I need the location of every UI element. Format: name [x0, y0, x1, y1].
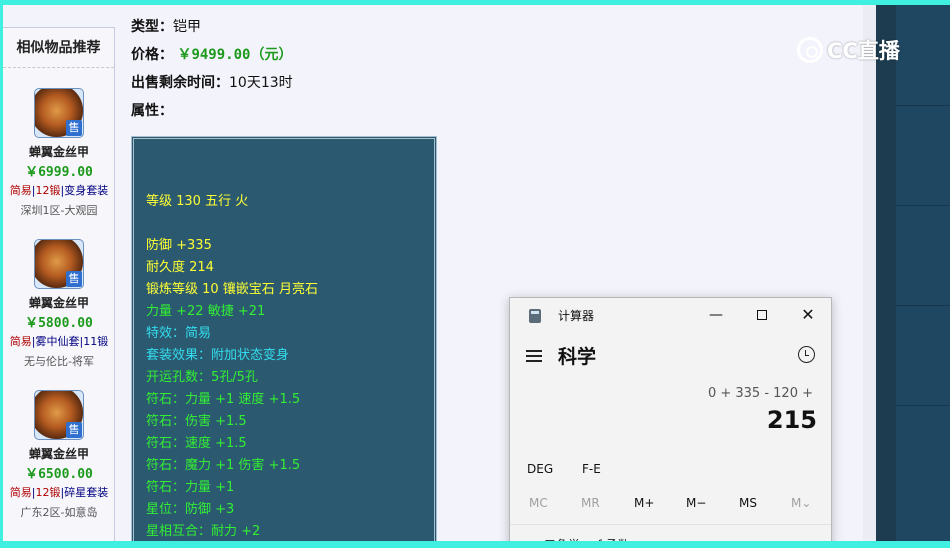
armor-icon[interactable]: 售 [34, 88, 84, 138]
armor-icon[interactable]: 售 [34, 390, 84, 440]
type-label: 类型： [131, 19, 173, 35]
fe-button[interactable]: F-E [582, 462, 601, 476]
attribute-line: 符石：力量 +1 速度 +1.5 [146, 392, 301, 407]
deg-button[interactable]: DEG [527, 462, 553, 476]
item-server: 广东2区-如意岛 [20, 506, 98, 519]
item-price: ￥6999.00 [25, 165, 93, 180]
attribute-line: 符石：伤害 +1.5 [146, 414, 247, 429]
attribute-panel: 等级 130 五行 火防御 +335 耐久度 214 锻炼等级 10 镶嵌宝石 月亮… [131, 136, 437, 541]
sell-badge: 售 [66, 422, 82, 438]
attribute-line: 锻炼等级 10 镶嵌宝石 月亮石 [146, 282, 318, 297]
type-row: 类型：铠甲 [131, 16, 201, 36]
history-icon[interactable] [798, 346, 815, 363]
item-name[interactable]: 蝉翼金丝甲 [3, 294, 115, 311]
attribute-line: 套装效果：附加状态变身 [146, 348, 290, 363]
attribute-line: 等级 130 五行 火 [146, 194, 249, 209]
calculator-titlebar[interactable]: 计算器 — ✕ [510, 298, 831, 332]
panel-divider [896, 305, 950, 306]
attribute-line: 星相互合：耐力 +2 [146, 524, 261, 539]
watermark-text: CC直播 [827, 39, 900, 63]
window-title: 计算器 [558, 309, 595, 323]
tag: 12锻 [35, 184, 61, 197]
attribute-list: 等级 130 五行 火防御 +335 耐久度 214 锻炼等级 10 镶嵌宝石 月亮… [146, 169, 434, 541]
attribute-line: 星位：防御 +3 [146, 502, 235, 517]
tag: 雾中仙套 [35, 335, 80, 348]
maximize-icon [757, 310, 767, 320]
sidebar-title: 相似物品推荐 [3, 28, 114, 68]
time-value: 10天13时 [229, 75, 293, 91]
sell-badge: 售 [66, 120, 82, 136]
item-name[interactable]: 蝉翼金丝甲 [3, 143, 115, 160]
calculator-window[interactable]: 计算器 — ✕ 科学 0 + 335 - 120 + 215 DEG F-E M… [509, 297, 832, 548]
maximize-button[interactable] [750, 304, 774, 326]
tag: 11锻 [83, 335, 109, 348]
attribute-line: 特效：简易 [146, 326, 212, 341]
tag: 简易 [9, 335, 32, 348]
item-price: ￥6500.00 [25, 467, 93, 482]
calculator-mode-title: 科学 [558, 346, 597, 368]
similar-items-sidebar: 相似物品推荐 售 蝉翼金丝甲 ￥6999.00 简易|12锻|变身套装 深圳1区… [3, 27, 115, 541]
panel-divider [896, 205, 950, 206]
expression-display: 0 + 335 - 120 + [707, 386, 813, 401]
time-label: 出售剩余时间： [131, 75, 229, 91]
attr-label: 属性： [131, 103, 173, 119]
tag: 变身套装 [64, 184, 109, 197]
tag: 简易 [9, 486, 32, 499]
stream-side-panel [876, 5, 896, 541]
tag: 碎星套装 [64, 486, 109, 499]
memory-add-button[interactable]: M+ [634, 496, 654, 510]
attr-row-label: 属性： [131, 100, 173, 120]
item-price: ￥5800.00 [25, 316, 93, 331]
minimize-button[interactable]: — [704, 304, 728, 326]
attribute-line: 符石：魔力 +1 伤害 +1.5 [146, 458, 301, 473]
attribute-line [146, 169, 434, 191]
divider [510, 524, 831, 525]
attribute-line: 力量 +22 敏捷 +21 [146, 304, 266, 319]
price-value: ￥9499.00（元） [177, 47, 293, 63]
close-button[interactable]: ✕ [796, 304, 820, 326]
stream-frame-bottom [0, 541, 950, 548]
stream-side-panel-right [896, 5, 950, 541]
recommended-item[interactable]: 售 蝉翼金丝甲 ￥6999.00 简易|12锻|变身套装 深圳1区-大观园 [3, 88, 115, 218]
item-server: 深圳1区-大观园 [20, 204, 98, 217]
recommended-item[interactable]: 售 蝉翼金丝甲 ￥6500.00 简易|12锻|碎星套装 广东2区-如意岛 [3, 390, 115, 520]
price-row: 价格： ￥9499.00（元） [131, 44, 292, 64]
item-server: 无与伦比-将军 [24, 355, 94, 368]
menu-icon[interactable] [526, 350, 542, 363]
page-scroll-gutter [863, 5, 876, 541]
sell-badge: 售 [66, 271, 82, 287]
cc-logo-icon [797, 37, 823, 63]
attribute-line: 开运孔数：5孔/5孔 [146, 370, 258, 385]
attribute-line: 耐久度 214 [146, 260, 214, 275]
item-name[interactable]: 蝉翼金丝甲 [3, 445, 115, 462]
item-tags: 简易|12锻|碎星套装 [3, 484, 115, 500]
tag: 12锻 [35, 486, 61, 499]
tag: 简易 [9, 184, 32, 197]
panel-divider [896, 405, 950, 406]
item-tags: 简易|雾中仙套|11锻 [3, 333, 115, 349]
attribute-line: 防御 +335 [146, 238, 212, 253]
memory-subtract-button[interactable]: M− [686, 496, 706, 510]
memory-clear-button[interactable]: MC [529, 496, 548, 510]
recommended-item[interactable]: 售 蝉翼金丝甲 ￥5800.00 简易|雾中仙套|11锻 无与伦比-将军 [3, 239, 115, 369]
memory-list-button[interactable]: M⌄ [791, 496, 811, 510]
type-value: 铠甲 [173, 19, 201, 35]
memory-store-button[interactable]: MS [739, 496, 757, 510]
price-label: 价格： [131, 47, 173, 63]
attribute-line [146, 213, 434, 235]
result-display: 215 [766, 406, 817, 434]
attribute-line: 符石：力量 +1 [146, 480, 235, 495]
time-row: 出售剩余时间：10天13时 [131, 72, 293, 92]
panel-divider [896, 105, 950, 106]
cc-live-watermark: CC直播 [797, 35, 900, 65]
memory-recall-button[interactable]: MR [581, 496, 600, 510]
armor-icon[interactable]: 售 [34, 239, 84, 289]
calculator-icon [529, 309, 541, 323]
item-tags: 简易|12锻|变身套装 [3, 182, 115, 198]
attribute-line: 符石：速度 +1.5 [146, 436, 247, 451]
